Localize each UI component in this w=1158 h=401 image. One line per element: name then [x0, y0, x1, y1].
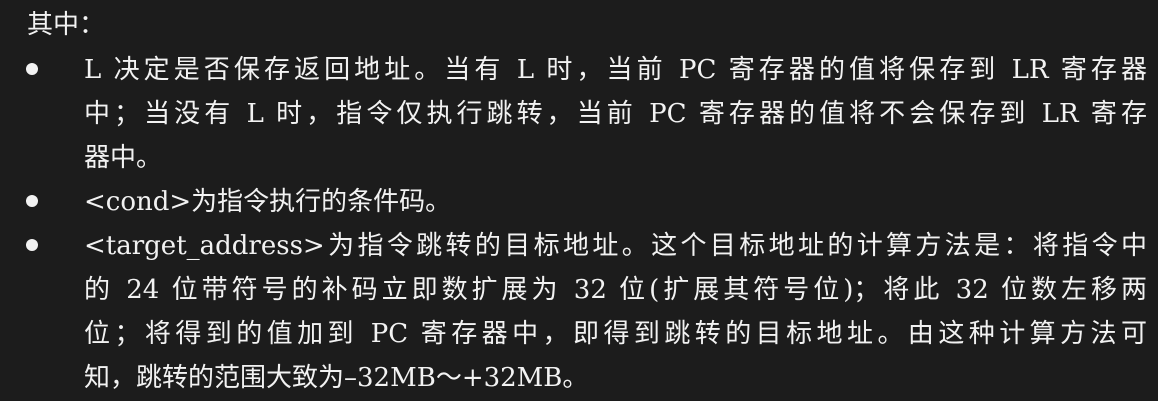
bullet-3-line-4: 知，跳转的范围大致为–32MB～+32MB。 [84, 363, 589, 393]
bullet-1-line-3: 器中。 [84, 143, 163, 173]
bullet-3-line-3: 位；将得到的值加到 PC 寄存器中，即得到跳转的目标地址。由这种计算方法可 [84, 319, 1147, 349]
bullet-3-line-2: 的 24 位带符号的补码立即数扩展为 32 位(扩展其符号位)；将此 32 位数… [84, 275, 1147, 305]
bullet-icon [26, 195, 38, 207]
intro-text: 其中： [27, 10, 106, 40]
bullet-3-line-1: <target_address>为指令跳转的目标地址。这个目标地址的计算方法是：… [84, 231, 1147, 261]
bullet-1-line-1: L 决定是否保存返回地址。当有 L 时，当前 PC 寄存器的值将保存到 LR 寄… [84, 55, 1147, 85]
bullet-icon [26, 239, 38, 251]
bullet-2-line-1: <cond>为指令执行的条件码。 [84, 187, 452, 217]
bullet-icon [26, 63, 38, 75]
bullet-1-line-2: 中；当没有 L 时，指令仅执行跳转，当前 PC 寄存器的值将不会保存到 LR 寄… [84, 99, 1147, 129]
document-page: 其中： L 决定是否保存返回地址。当有 L 时，当前 PC 寄存器的值将保存到 … [0, 0, 1158, 401]
